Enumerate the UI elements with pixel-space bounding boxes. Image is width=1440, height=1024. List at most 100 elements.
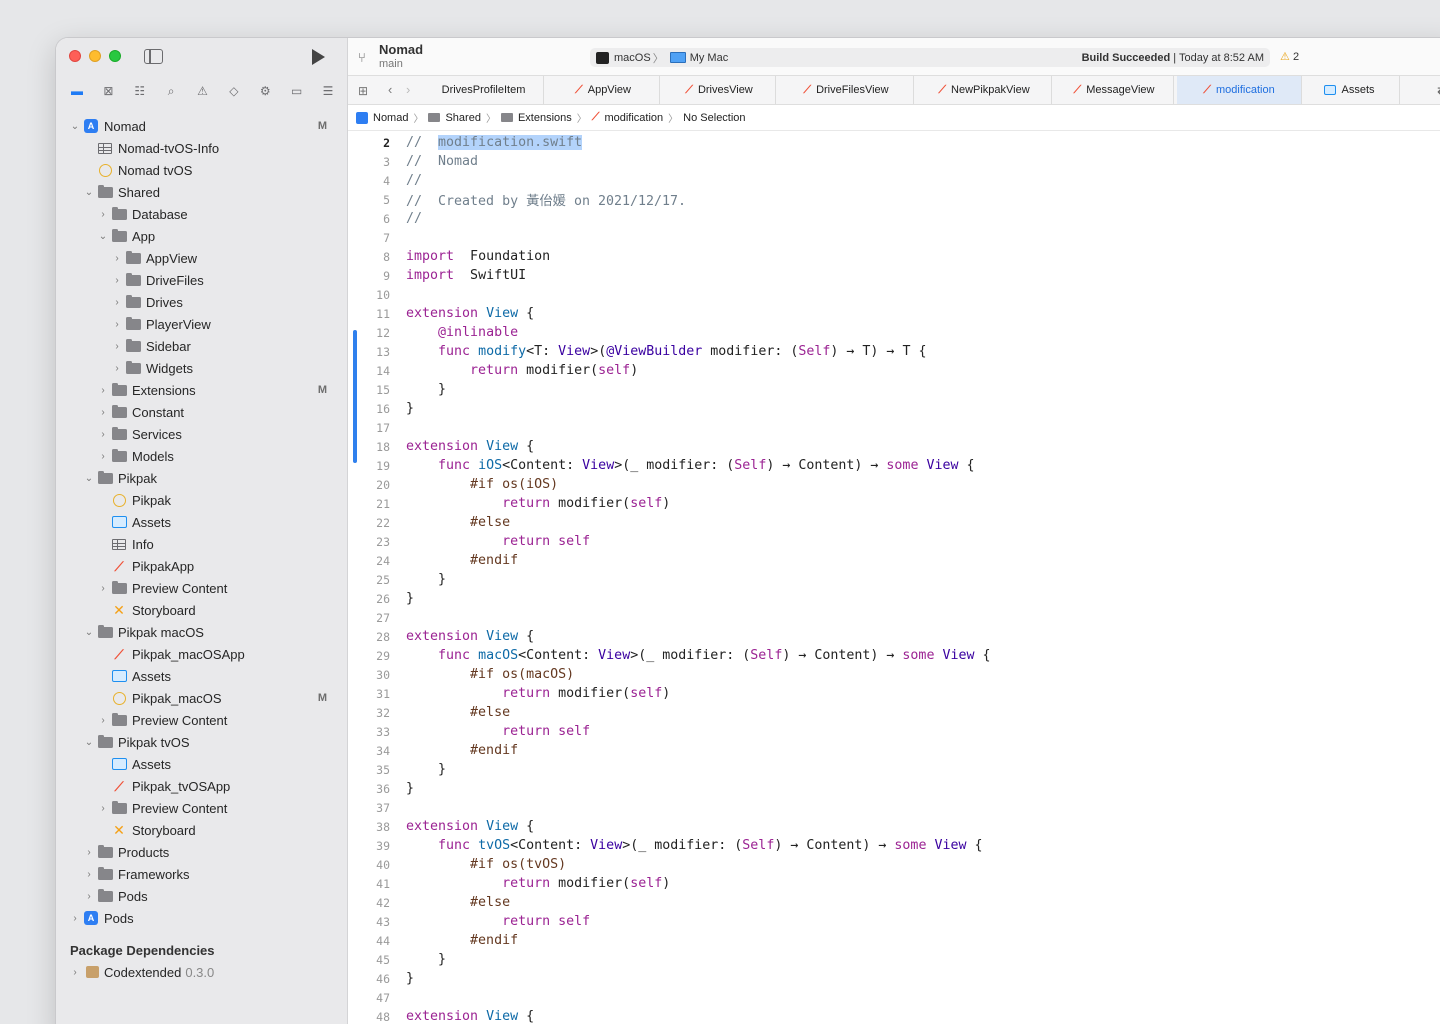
tree-item[interactable]: ⟋ PikpakApp — [56, 555, 347, 577]
code-line[interactable]: 12 @inlinable — [348, 323, 1440, 342]
code-line[interactable]: 3 // Nomad — [348, 152, 1440, 171]
find-icon[interactable]: ⌕ — [162, 82, 180, 100]
editor-tab[interactable]: DrivesProfileItem — [424, 76, 544, 104]
symbol-icon[interactable]: ☷ — [131, 82, 149, 100]
tree-item[interactable]: Nomad-tvOS-Info — [56, 137, 347, 159]
chevron-down-icon[interactable]: ⌄ — [84, 627, 94, 638]
jumpbar-group[interactable]: Shared — [445, 112, 480, 124]
editor-tab[interactable]: ⟋ MessageView — [1055, 76, 1174, 104]
code-line[interactable]: 32 #else — [348, 703, 1440, 722]
tree-item[interactable]: › Models — [56, 445, 347, 467]
editor-tab[interactable]: ⟋ DrivesView — [663, 76, 776, 104]
code-line[interactable]: 31 return modifier(self) — [348, 684, 1440, 703]
tree-item[interactable]: ⌄ App — [56, 225, 347, 247]
code-line[interactable]: 40 #if os(tvOS) — [348, 855, 1440, 874]
warnings-indicator[interactable]: ⚠ 2 — [1280, 50, 1299, 63]
chevron-down-icon[interactable]: ⌄ — [84, 187, 94, 198]
code-line[interactable]: 44 #endif — [348, 931, 1440, 950]
code-line[interactable]: 14 return modifier(self) — [348, 361, 1440, 380]
debug-icon[interactable]: ⚙ — [256, 82, 274, 100]
chevron-down-icon[interactable]: ⌄ — [84, 737, 94, 748]
chevron-right-icon[interactable]: › — [84, 847, 94, 858]
chevron-right-icon[interactable]: › — [98, 803, 108, 814]
forward-icon[interactable]: › — [406, 82, 410, 97]
chevron-down-icon[interactable]: ⌄ — [84, 473, 94, 484]
code-line[interactable]: 21 return modifier(self) — [348, 494, 1440, 513]
code-line[interactable]: 27 — [348, 608, 1440, 627]
chevron-right-icon[interactable]: › — [84, 891, 94, 902]
tree-item[interactable]: › Preview Content — [56, 577, 347, 599]
jumpbar-file[interactable]: modification — [604, 112, 663, 124]
editor-tab[interactable]: ⟋ NewPikpakView — [917, 76, 1052, 104]
code-line[interactable]: 19 func iOS<Content: View>(_ modifier: (… — [348, 456, 1440, 475]
code-line[interactable]: 43 return self — [348, 912, 1440, 931]
toolbar-branch-name[interactable]: main — [379, 58, 403, 70]
editor-tab[interactable]: ⟋ AppView — [547, 76, 660, 104]
tree-item[interactable]: › Preview Content — [56, 797, 347, 819]
code-line[interactable]: 37 — [348, 798, 1440, 817]
tree-item[interactable]: ⌄ A Nomad M — [56, 115, 347, 137]
code-line[interactable]: 23 return self — [348, 532, 1440, 551]
chevron-right-icon[interactable]: › — [98, 429, 108, 440]
code-line[interactable]: 47 — [348, 988, 1440, 1007]
editor-tab[interactable]: ⟋ modification — [1177, 76, 1302, 104]
editor-tab[interactable]: ⟋ DriveFilesView — [779, 76, 914, 104]
code-line[interactable]: 20 #if os(iOS) — [348, 475, 1440, 494]
folder-icon[interactable]: ▬ — [68, 82, 86, 100]
code-line[interactable]: 29 func macOS<Content: View>(_ modifier:… — [348, 646, 1440, 665]
tree-item[interactable]: › Pods — [56, 885, 347, 907]
scheme-platform[interactable]: macOS — [614, 52, 651, 64]
code-line[interactable]: 33 return self — [348, 722, 1440, 741]
tree-item[interactable]: ⌄ Pikpak macOS — [56, 621, 347, 643]
tree-item[interactable]: › Extensions M — [56, 379, 347, 401]
code-line[interactable]: 18 extension View { — [348, 437, 1440, 456]
test-icon[interactable]: ◇ — [225, 82, 243, 100]
code-line[interactable]: 45 } — [348, 950, 1440, 969]
jumpbar-project[interactable]: Nomad — [373, 112, 408, 124]
chevron-right-icon[interactable]: › — [84, 869, 94, 880]
source-control-icon[interactable]: ⊠ — [99, 82, 117, 100]
code-editor[interactable]: 2 // modification.swift 3 // Nomad 4 // 5 // Cr… — [348, 133, 1440, 1024]
code-line[interactable]: 22 #else — [348, 513, 1440, 532]
scheme-selector[interactable]: macOS 〉 My Mac Build Succeeded | Today a… — [590, 48, 1270, 67]
tree-item[interactable]: ⟋ Pikpak_tvOSApp — [56, 775, 347, 797]
tree-item[interactable]: Nomad tvOS — [56, 159, 347, 181]
tree-item[interactable]: ✕ Storyboard — [56, 599, 347, 621]
code-line[interactable]: 42 #else — [348, 893, 1440, 912]
tree-item[interactable]: › Products — [56, 841, 347, 863]
tree-item[interactable]: Assets — [56, 511, 347, 533]
scheme-device[interactable]: My Mac — [690, 52, 729, 64]
tree-item[interactable]: ⌄ Pikpak tvOS — [56, 731, 347, 753]
tree-item[interactable]: ⌄ Pikpak — [56, 467, 347, 489]
tree-item[interactable]: Assets — [56, 753, 347, 775]
run-button[interactable] — [312, 49, 325, 65]
chevron-right-icon[interactable]: › — [98, 715, 108, 726]
code-line[interactable]: 2 // modification.swift — [348, 133, 1440, 152]
code-line[interactable]: 5 // Created by 黃佁媛 on 2021/12/17. — [348, 190, 1440, 210]
tree-item[interactable]: ⌄ Shared — [56, 181, 347, 203]
close-window-button[interactable] — [69, 50, 81, 62]
code-line[interactable]: 7 — [348, 228, 1440, 247]
code-line[interactable]: 13 func modify<T: View>(@ViewBuilder mod… — [348, 342, 1440, 361]
code-line[interactable]: 30 #if os(macOS) — [348, 665, 1440, 684]
breakpoint-icon[interactable]: ▭ — [288, 82, 306, 100]
chevron-right-icon[interactable]: › — [98, 407, 108, 418]
tree-item[interactable]: › Drives — [56, 291, 347, 313]
chevron-right-icon[interactable]: › — [70, 967, 80, 978]
tree-item[interactable]: Pikpak_macOS M — [56, 687, 347, 709]
code-line[interactable]: 8 import Foundation — [348, 247, 1440, 266]
chevron-right-icon[interactable]: › — [98, 209, 108, 220]
report-icon[interactable]: ☰ — [319, 82, 337, 100]
issue-icon[interactable]: ⚠ — [194, 82, 212, 100]
jumpbar-subgroup[interactable]: Extensions — [518, 112, 572, 124]
code-line[interactable]: 9 import SwiftUI — [348, 266, 1440, 285]
tree-item[interactable]: › Services — [56, 423, 347, 445]
minimize-window-button[interactable] — [89, 50, 101, 62]
tree-item[interactable]: › PlayerView — [56, 313, 347, 335]
code-line[interactable]: 10 — [348, 285, 1440, 304]
code-line[interactable]: 46} — [348, 969, 1440, 988]
code-line[interactable]: 11 extension View { — [348, 304, 1440, 323]
code-line[interactable]: 35 } — [348, 760, 1440, 779]
code-line[interactable]: 25 } — [348, 570, 1440, 589]
chevron-right-icon[interactable]: › — [98, 385, 108, 396]
